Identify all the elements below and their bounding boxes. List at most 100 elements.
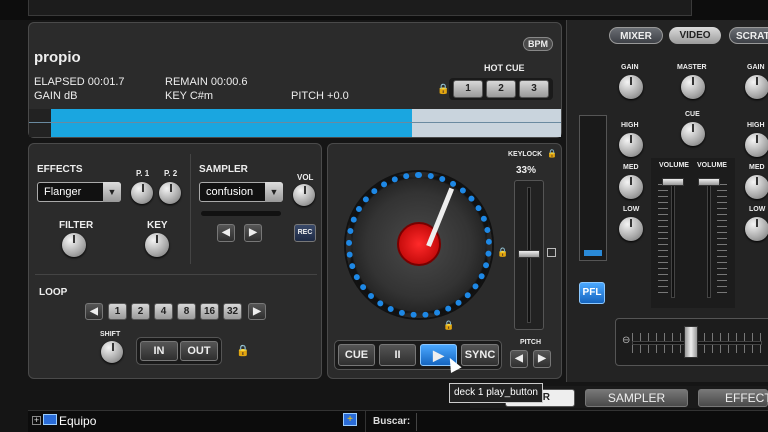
sampler-vol-knob[interactable] xyxy=(293,184,315,206)
p1-knob[interactable] xyxy=(131,182,153,204)
waveform-centerline xyxy=(29,122,561,123)
volume-fader-left[interactable] xyxy=(662,178,684,186)
master-knob[interactable] xyxy=(681,75,705,99)
low-knob-left[interactable] xyxy=(619,217,643,241)
pitch-fader[interactable] xyxy=(518,250,540,258)
lock-icon: 🔒 xyxy=(547,149,557,158)
tab-mixer[interactable]: MIXER xyxy=(609,27,663,44)
waveform-played xyxy=(51,109,413,137)
volume-slot-left xyxy=(671,180,675,298)
pause-button[interactable]: II xyxy=(379,344,416,366)
loop-out-button[interactable]: OUT xyxy=(180,341,218,361)
gain-label-left: GAIN xyxy=(621,64,639,71)
effects-select[interactable]: Flanger ▼ xyxy=(37,182,121,202)
crossfader-minus-icon: ⊖ xyxy=(622,335,631,346)
computer-icon xyxy=(43,414,57,425)
loop-next-button[interactable]: ▶ xyxy=(248,303,266,320)
p2-knob[interactable] xyxy=(159,182,181,204)
pitch-slider-track[interactable] xyxy=(514,180,544,330)
loop-size-2[interactable]: 2 xyxy=(131,303,150,320)
gain-label-right: GAIN xyxy=(747,64,765,71)
expand-icon[interactable]: + xyxy=(32,416,41,425)
sampler-next-button[interactable]: ▶ xyxy=(244,224,262,242)
shift-knob[interactable] xyxy=(101,341,123,363)
key-readout: KEY C#m xyxy=(165,90,214,102)
pfl-button[interactable]: PFL xyxy=(579,282,605,304)
loop-size-1[interactable]: 1 xyxy=(108,303,127,320)
lock-icon: 🔒 xyxy=(497,247,509,257)
volume-section: VOLUME VOLUME xyxy=(651,158,735,308)
vu-meter xyxy=(579,115,607,261)
high-label-right: HIGH xyxy=(747,122,765,129)
sampler-rec-button[interactable]: REC xyxy=(294,224,316,242)
browser-divider xyxy=(365,411,366,432)
loop-size-8[interactable]: 8 xyxy=(177,303,196,320)
high-knob-right[interactable] xyxy=(745,133,768,157)
volume-label-left: VOLUME xyxy=(659,162,689,169)
pitch-down-button[interactable]: ◀ xyxy=(510,350,528,368)
divider xyxy=(35,274,317,275)
volume-ticks-right xyxy=(717,184,727,298)
hot-cue-2[interactable]: 2 xyxy=(486,80,516,98)
waveform[interactable] xyxy=(29,109,561,137)
sampler-prev-button[interactable]: ◀ xyxy=(217,224,235,242)
transport-group: CUE II ▶ SYNC xyxy=(334,340,502,370)
tab-video[interactable]: VIDEO xyxy=(669,27,721,44)
add-folder-icon[interactable]: + xyxy=(343,413,357,426)
deck-title: propio xyxy=(34,49,81,66)
loop-prev-button[interactable]: ◀ xyxy=(85,303,103,320)
sampler-select[interactable]: confusion ▼ xyxy=(199,182,283,202)
effects-panel: EFFECTS Flanger ▼ P. 1 P. 2 FILTER KEY SA… xyxy=(28,143,322,379)
low-knob-right[interactable] xyxy=(745,217,768,241)
tab-scratch[interactable]: SCRATC xyxy=(729,27,768,44)
gain-knob-right[interactable] xyxy=(745,75,768,99)
lock-icon: 🔒 xyxy=(236,345,250,357)
sampler-label: SAMPLER xyxy=(199,164,248,175)
pitch-reset-icon[interactable] xyxy=(547,248,556,257)
deck-info-panel: propio BPM ELAPSED 00:01.7 GAIN dB REMAI… xyxy=(28,22,562,138)
volume-slot-right xyxy=(707,180,711,298)
high-knob-left[interactable] xyxy=(619,133,643,157)
elapsed-readout: ELAPSED 00:01.7 xyxy=(34,76,125,88)
waveform-dark-start xyxy=(29,109,51,137)
loop-size-16[interactable]: 16 xyxy=(200,303,219,320)
loop-label: LOOP xyxy=(39,287,68,298)
loop-size-4[interactable]: 4 xyxy=(154,303,173,320)
cue-mix-knob[interactable] xyxy=(681,122,705,146)
pitch-up-button[interactable]: ▶ xyxy=(533,350,551,368)
med-knob-right[interactable] xyxy=(745,175,768,199)
hot-cue-3[interactable]: 3 xyxy=(519,80,549,98)
hot-cue-1[interactable]: 1 xyxy=(453,80,483,98)
volume-fader-right[interactable] xyxy=(698,178,720,186)
gain-knob-left[interactable] xyxy=(619,75,643,99)
key-knob[interactable] xyxy=(145,233,169,257)
gain-readout: GAIN dB xyxy=(34,90,78,102)
volume-label-right: VOLUME xyxy=(697,162,727,169)
tab-effects[interactable]: EFFECTS xyxy=(698,389,768,407)
loop-size-32[interactable]: 32 xyxy=(223,303,242,320)
sync-button[interactable]: SYNC xyxy=(461,344,499,366)
cue-mix-label: CUE xyxy=(685,111,700,118)
shift-label: SHIFT xyxy=(100,331,121,338)
tab-sampler[interactable]: SAMPLER xyxy=(585,389,688,407)
chevron-down-icon: ▼ xyxy=(103,182,121,202)
chevron-down-icon: ▼ xyxy=(265,182,283,202)
loop-in-button[interactable]: IN xyxy=(140,341,178,361)
key-knob-label: KEY xyxy=(147,220,168,231)
crossfader-knob[interactable] xyxy=(684,326,698,358)
filter-label: FILTER xyxy=(59,220,94,231)
in-out-group: IN OUT xyxy=(136,337,222,365)
search-input[interactable] xyxy=(416,413,764,431)
volume-ticks-left xyxy=(658,184,668,298)
pitch-label: PITCH xyxy=(520,339,541,346)
divider xyxy=(190,154,191,264)
pitch-percent: 33% xyxy=(516,165,537,176)
browser-folder[interactable]: Equipo xyxy=(59,414,96,428)
filter-knob[interactable] xyxy=(62,233,86,257)
bpm-button[interactable]: BPM xyxy=(523,37,553,51)
cue-button[interactable]: CUE xyxy=(338,344,375,366)
sampler-select-value: confusion xyxy=(206,186,254,198)
turntable-panel: 🔒 🔒 KEYLOCK 🔒 33% PITCH ◀ ▶ CUE II ▶ SYN… xyxy=(327,143,562,379)
sampler-progress xyxy=(201,211,281,216)
med-knob-left[interactable] xyxy=(619,175,643,199)
